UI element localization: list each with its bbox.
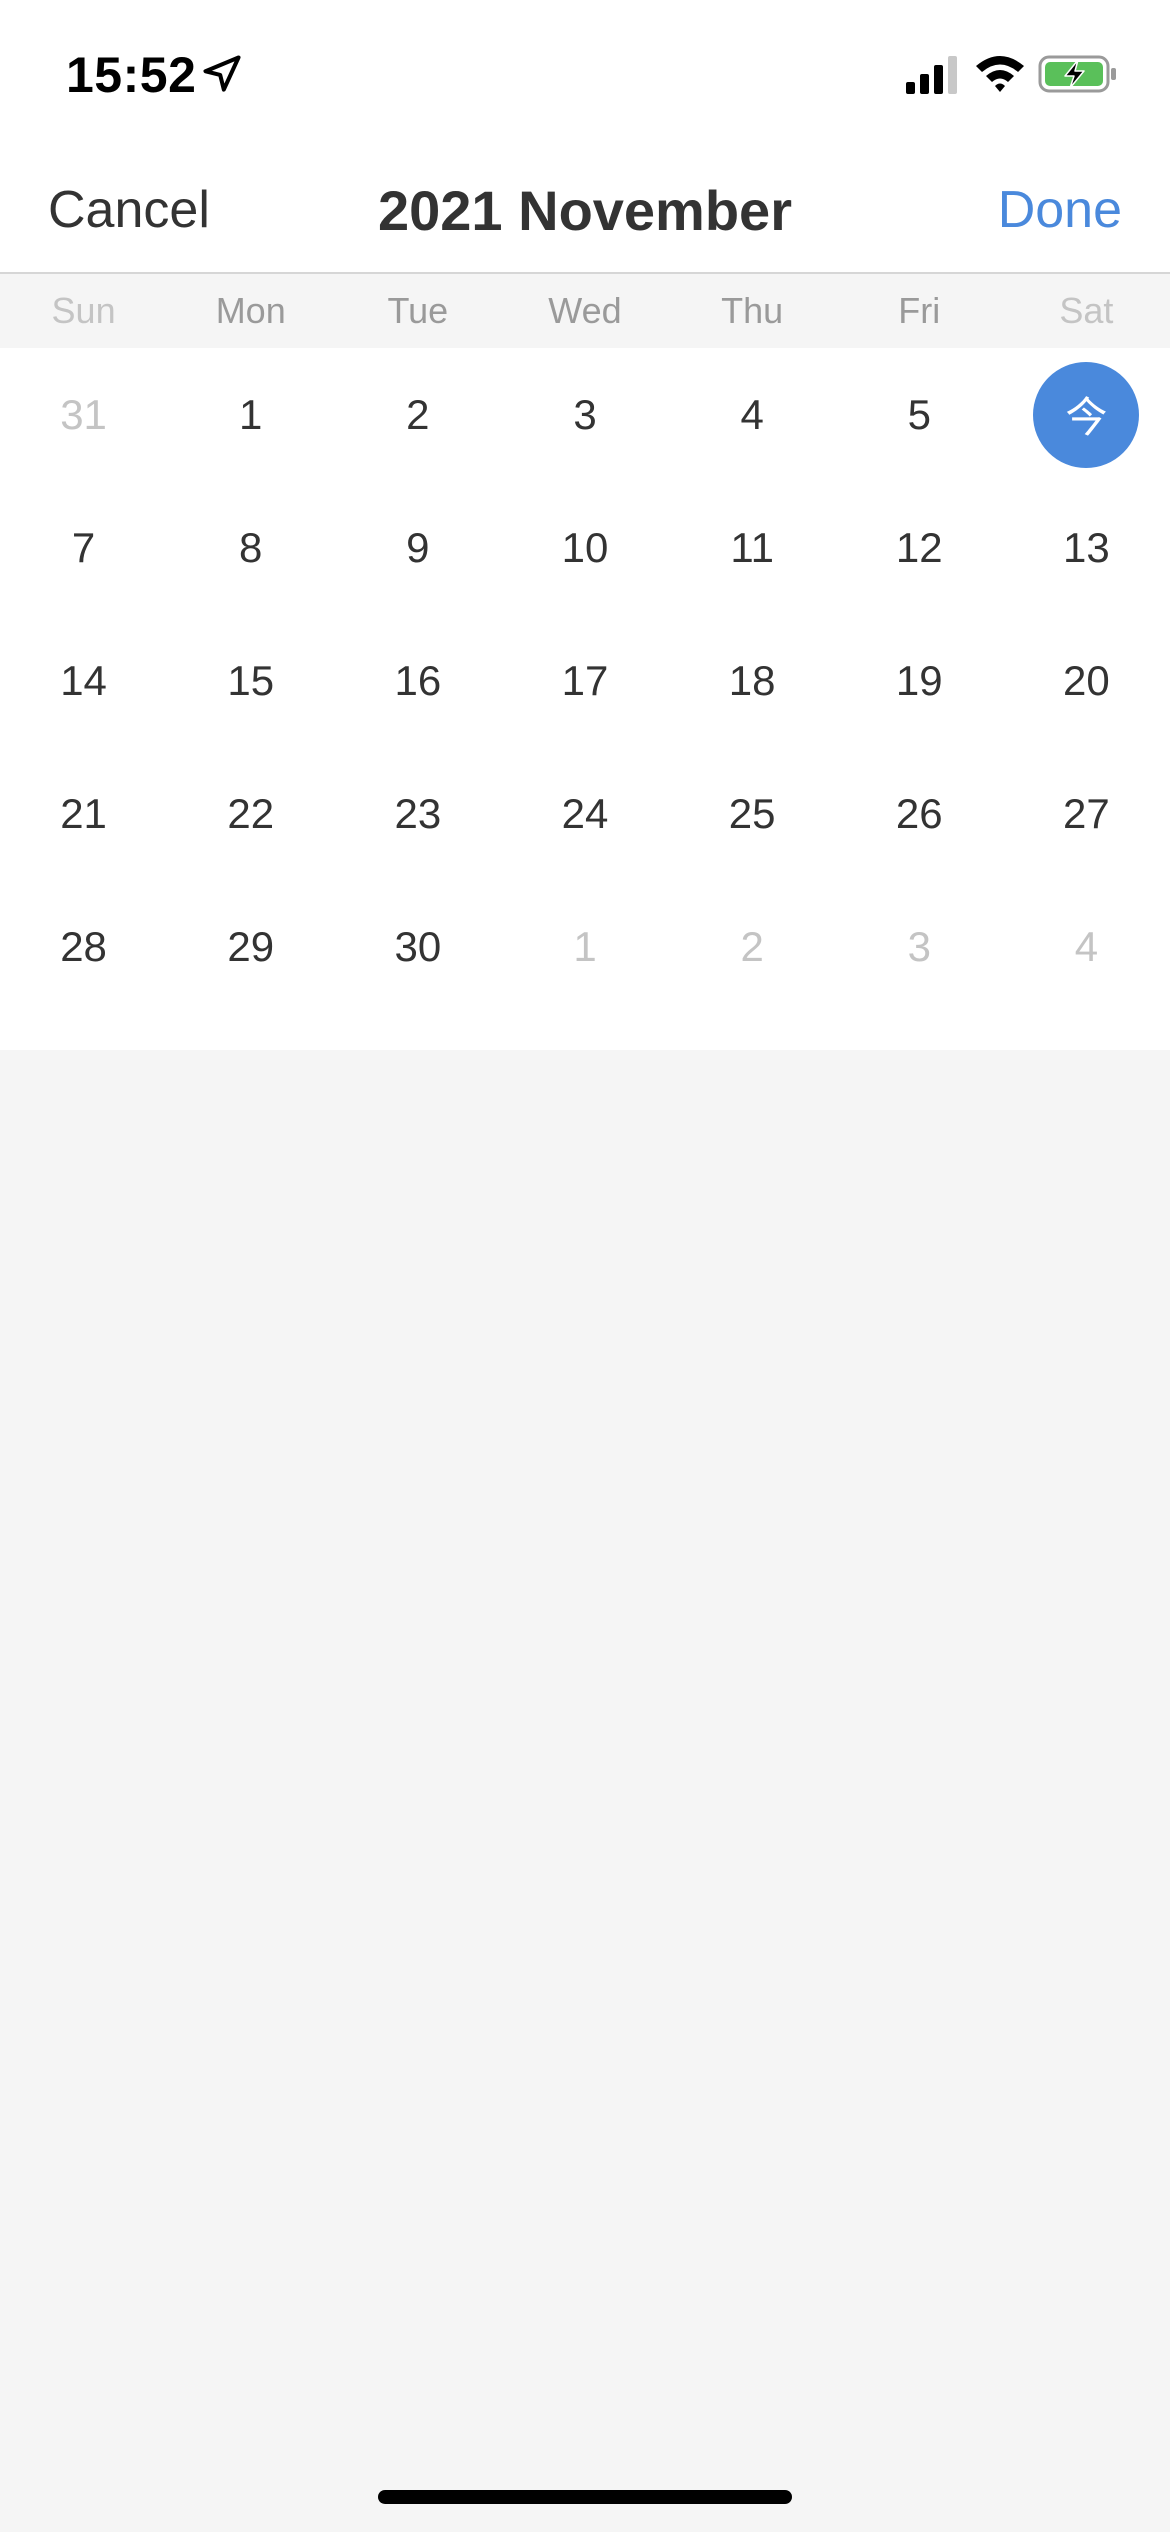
date-picker-screen: 15:52 Cancel 2021 November Done Sun Mon … — [0, 0, 1170, 2532]
day-cell[interactable]: 20 — [1003, 614, 1170, 747]
wifi-icon — [974, 52, 1026, 94]
day-cell[interactable]: 23 — [334, 747, 501, 880]
month-title: 2021 November — [377, 179, 792, 242]
nav-bar: Cancel 2021 November Done — [0, 150, 1170, 274]
status-time: 15:52 — [66, 47, 197, 103]
day-cell[interactable]: 21 — [0, 747, 167, 880]
weekday-label: Mon — [215, 290, 286, 331]
weekday-header: Sun Mon Tue Wed Thu Fri Sat — [0, 274, 1170, 348]
weekday-label: Thu — [721, 290, 784, 331]
home-indicator[interactable] — [378, 2490, 792, 2504]
day-cell[interactable]: 30 — [334, 880, 501, 1013]
day-cell[interactable]: 19 — [836, 614, 1003, 747]
day-cell[interactable]: 1 — [167, 348, 334, 481]
day-cell-outside-month[interactable]: 4 — [1003, 880, 1170, 1013]
day-cell[interactable]: 22 — [167, 747, 334, 880]
day-cell[interactable]: 3 — [501, 348, 668, 481]
weekday-label: Fri — [898, 290, 941, 331]
day-cell[interactable]: 17 — [501, 614, 668, 747]
day-cell[interactable]: 25 — [669, 747, 836, 880]
weekday-label: Sat — [1059, 290, 1114, 331]
day-cell[interactable]: 12 — [836, 481, 1003, 614]
done-button[interactable]: Done — [998, 180, 1122, 240]
day-cell[interactable]: 26 — [836, 747, 1003, 880]
day-cell[interactable]: 15 — [167, 614, 334, 747]
week-row: 14 15 16 17 18 19 20 — [0, 614, 1170, 747]
status-bar: 15:52 — [0, 0, 1170, 150]
day-cell[interactable]: 27 — [1003, 747, 1170, 880]
weekday-label: Wed — [548, 290, 622, 331]
day-cell[interactable]: 5 — [836, 348, 1003, 481]
week-row: 21 22 23 24 25 26 27 — [0, 747, 1170, 880]
day-cell[interactable]: 4 — [669, 348, 836, 481]
battery-charging-icon — [1038, 54, 1118, 94]
weekday-label: Tue — [387, 290, 449, 331]
day-cell[interactable]: 13 — [1003, 481, 1170, 614]
weekday-label: Sun — [51, 290, 116, 331]
day-cell-outside-month[interactable]: 2 — [669, 880, 836, 1013]
location-arrow-icon — [200, 52, 244, 96]
day-cell[interactable]: 2 — [334, 348, 501, 481]
day-cell-outside-month[interactable]: 1 — [501, 880, 668, 1013]
day-cell-outside-month[interactable]: 3 — [836, 880, 1003, 1013]
day-cell-outside-month[interactable]: 31 — [0, 348, 167, 481]
day-cell[interactable]: 11 — [669, 481, 836, 614]
day-cell[interactable]: 28 — [0, 880, 167, 1013]
day-cell[interactable]: 29 — [167, 880, 334, 1013]
calendar-grid: 31 1 2 3 4 5 今 7 8 9 10 11 12 13 14 15 16 17 18 19 20 21 22 23 2… — [0, 348, 1170, 1050]
day-cell[interactable]: 16 — [334, 614, 501, 747]
day-cell[interactable]: 24 — [501, 747, 668, 880]
day-cell[interactable]: 10 — [501, 481, 668, 614]
day-cell[interactable]: 8 — [167, 481, 334, 614]
day-cell[interactable]: 14 — [0, 614, 167, 747]
today-badge: 今 — [1033, 361, 1140, 468]
cellular-signal-icon — [904, 56, 960, 94]
today-cell[interactable]: 今 — [1003, 348, 1170, 481]
week-row: 28 29 30 1 2 3 4 — [0, 880, 1170, 1013]
week-row: 31 1 2 3 4 5 今 — [0, 348, 1170, 481]
day-cell[interactable]: 18 — [669, 614, 836, 747]
day-cell[interactable]: 9 — [334, 481, 501, 614]
day-cell[interactable]: 7 — [0, 481, 167, 614]
week-row: 7 8 9 10 11 12 13 — [0, 481, 1170, 614]
